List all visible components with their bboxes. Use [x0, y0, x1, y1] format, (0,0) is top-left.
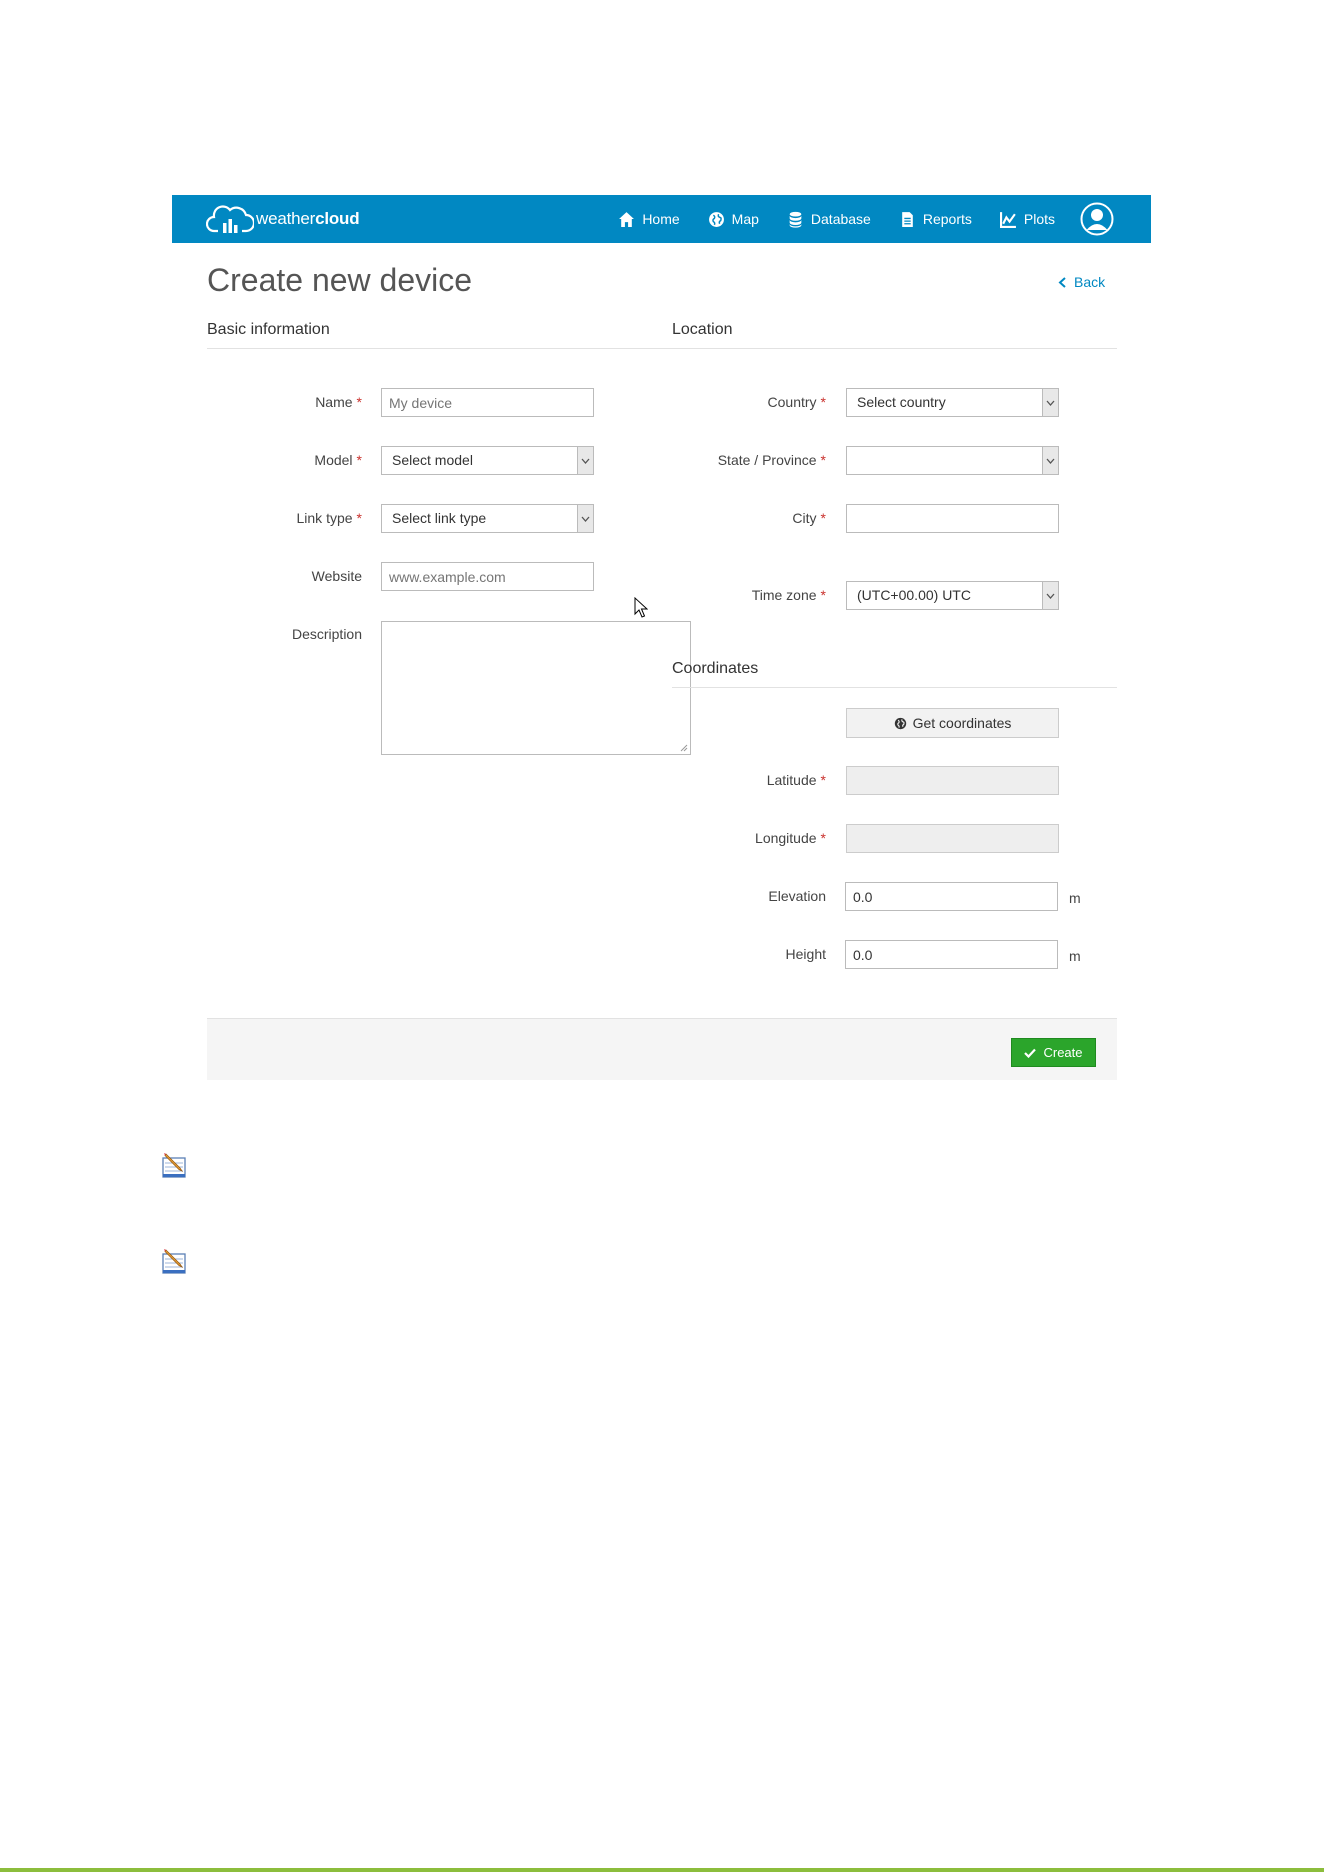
- bottom-border: [0, 1868, 1324, 1872]
- country-select-value: Select country: [857, 394, 946, 410]
- nav-home[interactable]: Home: [618, 211, 680, 228]
- coordinates-heading: Coordinates: [672, 660, 759, 677]
- name-input[interactable]: [381, 388, 594, 417]
- note-edit-icon[interactable]: [160, 1150, 190, 1180]
- user-avatar-icon: [1080, 202, 1114, 236]
- state-province-select[interactable]: [846, 446, 1059, 475]
- link-type-label: Link type *: [296, 510, 363, 526]
- basic-information-heading: Basic information: [207, 321, 330, 338]
- document-icon: [902, 211, 913, 227]
- elevation-label: Elevation: [768, 888, 826, 904]
- height-label: Height: [785, 946, 826, 962]
- create-label: Create: [1043, 1045, 1083, 1060]
- model-label: Model *: [314, 452, 362, 468]
- longitude-input[interactable]: [846, 824, 1059, 853]
- country-select[interactable]: Select country: [846, 388, 1059, 417]
- city-input[interactable]: [846, 504, 1059, 533]
- form-actions-bar: [207, 1018, 1117, 1080]
- elevation-unit: m: [1069, 890, 1081, 906]
- nav-plots-label: Plots: [1023, 211, 1055, 227]
- nav-database[interactable]: Database: [787, 211, 871, 228]
- get-coordinates-button[interactable]: Get coordinates: [846, 708, 1059, 738]
- latitude-label: Latitude *: [766, 772, 826, 788]
- country-label: Country *: [767, 394, 826, 410]
- user-menu-button[interactable]: [1079, 201, 1115, 237]
- globe-icon: [708, 211, 724, 227]
- location-heading: Location: [672, 321, 733, 338]
- section-divider: [207, 348, 1117, 349]
- time-zone-select[interactable]: (UTC+00.00) UTC: [846, 581, 1059, 610]
- back-label: Back: [1074, 274, 1106, 290]
- database-icon: [789, 211, 802, 228]
- back-link[interactable]: Back: [1058, 274, 1105, 290]
- get-coordinates-label: Get coordinates: [912, 715, 1012, 731]
- chevron-down-icon: [1042, 389, 1058, 416]
- website-label: Website: [311, 568, 362, 584]
- link-type-select[interactable]: Select link type: [381, 504, 594, 533]
- chevron-down-icon: [1042, 582, 1058, 609]
- home-icon: [619, 211, 635, 227]
- chevron-down-icon: [577, 505, 593, 532]
- name-label: Name *: [315, 394, 362, 410]
- create-button[interactable]: Create: [1011, 1038, 1096, 1067]
- nav-reports-label: Reports: [922, 211, 972, 227]
- coordinates-divider: [672, 687, 1117, 688]
- chevron-down-icon: [1042, 447, 1058, 474]
- website-input[interactable]: [381, 562, 594, 591]
- state-province-label: State / Province *: [717, 452, 826, 468]
- mouse-cursor-icon: [634, 597, 648, 618]
- link-type-select-value: Select link type: [392, 510, 487, 526]
- description-textarea[interactable]: [381, 621, 691, 755]
- chevron-left-icon: [1058, 276, 1066, 288]
- note-edit-icon[interactable]: [160, 1246, 190, 1276]
- chevron-down-icon: [577, 447, 593, 474]
- model-select-value: Select model: [392, 452, 473, 468]
- checkmark-icon: [1024, 1048, 1037, 1058]
- height-unit: m: [1069, 948, 1081, 964]
- top-navbar: weathercloud Home Map Database Reports P…: [172, 195, 1151, 243]
- cloud-logo-icon: [206, 205, 254, 233]
- nav-home-label: Home: [642, 211, 680, 227]
- globe-icon: [894, 717, 906, 729]
- height-input[interactable]: [845, 940, 1058, 969]
- resize-grip-icon[interactable]: [679, 743, 688, 752]
- longitude-label: Longitude *: [755, 830, 826, 846]
- page-title: Create new device: [207, 262, 473, 298]
- nav-map[interactable]: Map: [708, 211, 759, 228]
- nav-map-label: Map: [731, 211, 759, 227]
- nav-database-label: Database: [810, 211, 871, 227]
- model-select[interactable]: Select model: [381, 446, 594, 475]
- description-label: Description: [291, 626, 362, 642]
- city-label: City *: [792, 510, 826, 526]
- nav-reports[interactable]: Reports: [899, 211, 972, 228]
- brand-name: weathercloud: [256, 209, 360, 228]
- time-zone-label: Time zone *: [751, 587, 826, 603]
- time-zone-select-value: (UTC+00.00) UTC: [857, 587, 971, 603]
- brand-logo[interactable]: weathercloud: [206, 201, 360, 237]
- elevation-input[interactable]: [845, 882, 1058, 911]
- nav-plots[interactable]: Plots: [999, 211, 1055, 228]
- latitude-input[interactable]: [846, 766, 1059, 795]
- line-chart-icon: [999, 211, 1016, 228]
